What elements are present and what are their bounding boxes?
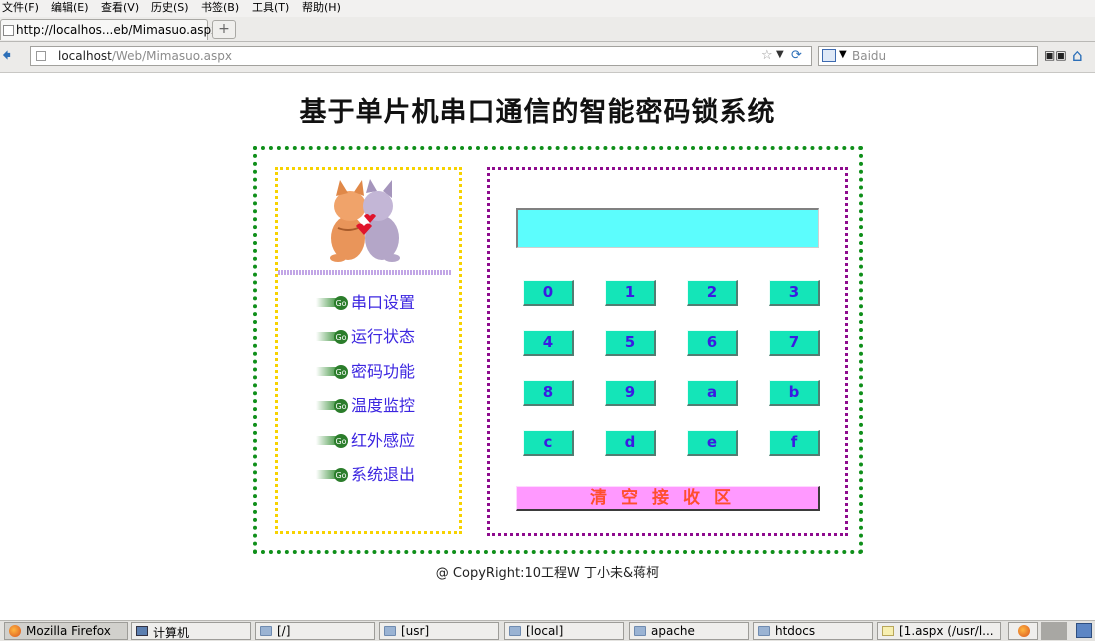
firefox-icon <box>9 625 21 637</box>
key-0[interactable]: 0 <box>523 280 574 306</box>
task-label: [1.aspx (/usr/l... <box>899 624 994 638</box>
key-f[interactable]: f <box>769 430 820 456</box>
page-icon <box>3 25 14 36</box>
go-arrow-icon: Go <box>316 296 348 310</box>
home-icon[interactable]: ⌂ <box>1072 46 1083 66</box>
browser-menubar: 文件(F) 编辑(E) 查看(V) 历史(S) 书签(B) 工具(T) 帮助(H… <box>0 0 1095 17</box>
reload-icon[interactable]: ⟳ <box>791 48 802 63</box>
tab-mimasuo[interactable]: http://localhos...eb/Mimasuo.aspx <box>0 19 218 40</box>
taskbar-item-apache[interactable]: apache <box>629 622 749 640</box>
menu-file[interactable]: 文件(F) <box>2 1 39 15</box>
task-label: [/] <box>277 624 291 638</box>
key-d[interactable]: d <box>605 430 656 456</box>
search-bar[interactable]: ▼ Baidu <box>818 46 1038 66</box>
menu-edit[interactable]: 编辑(E) <box>51 1 89 15</box>
key-2[interactable]: 2 <box>687 280 738 306</box>
task-label: htdocs <box>775 624 816 638</box>
back-arrow-icon[interactable]: 🠸 <box>2 47 20 65</box>
folder-icon <box>634 626 646 636</box>
clear-receive-button[interactable]: 清空接收区 <box>516 486 820 511</box>
key-b[interactable]: b <box>769 380 820 406</box>
taskbar-item-editor[interactable]: [1.aspx (/usr/l... <box>877 622 1001 640</box>
taskbar-firefox-launcher[interactable] <box>1008 622 1038 640</box>
url-text: localhost/Web/Mimasuo.aspx <box>58 49 232 63</box>
menu-bookmarks[interactable]: 书签(B) <box>201 1 239 15</box>
taskbar-item-computer[interactable]: 计算机 <box>131 622 251 640</box>
key-5[interactable]: 5 <box>605 330 656 356</box>
tab-title: http://localhos...eb/Mimasuo.aspx <box>16 23 219 37</box>
taskbar-item-usr[interactable]: [usr] <box>379 622 499 640</box>
taskbar-item-htdocs[interactable]: htdocs <box>753 622 873 640</box>
menu-item-label: 密码功能 <box>351 362 416 381</box>
taskbar: Mozilla Firefox 计算机 [/] [usr] [local] ap… <box>0 620 1095 641</box>
folder-icon <box>260 626 272 636</box>
go-arrow-icon: Go <box>316 330 348 344</box>
menu-item-label: 系统退出 <box>351 465 416 484</box>
go-arrow-icon: Go <box>316 365 348 379</box>
binoculars-icon[interactable]: ▣▣ <box>1044 48 1067 62</box>
menu-history[interactable]: 历史(S) <box>151 1 189 15</box>
svg-text:Go: Go <box>335 333 346 342</box>
url-path: /Web/Mimasuo.aspx <box>111 49 232 63</box>
search-input[interactable]: Baidu <box>852 49 886 63</box>
key-7[interactable]: 7 <box>769 330 820 356</box>
taskbar-item-root[interactable]: [/] <box>255 622 375 640</box>
site-identity-icon[interactable] <box>36 51 46 61</box>
svg-text:Go: Go <box>335 368 346 377</box>
search-engine-dropdown-icon[interactable]: ▼ <box>839 49 847 60</box>
folder-icon <box>758 626 770 636</box>
url-dropdown-icon[interactable]: ▼ <box>776 49 784 60</box>
key-c[interactable]: c <box>523 430 574 456</box>
go-arrow-icon: Go <box>316 468 348 482</box>
go-arrow-icon: Go <box>316 434 348 448</box>
new-tab-button[interactable]: + <box>212 20 236 39</box>
workspace-switcher[interactable] <box>1041 622 1067 640</box>
folder-icon <box>384 626 396 636</box>
folder-icon <box>509 626 521 636</box>
decorative-divider <box>278 270 451 275</box>
receive-display-field[interactable] <box>516 208 819 248</box>
menu-item-label: 运行状态 <box>351 327 416 346</box>
key-e[interactable]: e <box>687 430 738 456</box>
go-arrow-icon: Go <box>316 399 348 413</box>
star-icon[interactable]: ☆ <box>761 48 773 63</box>
menu-help[interactable]: 帮助(H) <box>302 1 341 15</box>
tab-bar: http://localhos...eb/Mimasuo.aspx + ⌄ <box>0 17 1095 51</box>
menu-item-label: 串口设置 <box>351 293 416 312</box>
svg-text:Go: Go <box>335 437 346 446</box>
key-9[interactable]: 9 <box>605 380 656 406</box>
kissing-cats-image <box>330 179 400 262</box>
search-engine-icon[interactable] <box>822 49 836 62</box>
page-title: 基于单片机串口通信的智能密码锁系统 <box>299 97 776 128</box>
copyright-text: @ CopyRight:10工程W 丁小未&蒋柯 <box>435 566 660 581</box>
task-label: apache <box>651 624 695 638</box>
task-label: 计算机 <box>153 626 190 640</box>
trash-icon[interactable] <box>1076 623 1092 638</box>
key-6[interactable]: 6 <box>687 330 738 356</box>
firefox-icon <box>1018 625 1030 637</box>
key-8[interactable]: 8 <box>523 380 574 406</box>
address-bar[interactable]: localhost/Web/Mimasuo.aspx ☆ ▼ ⟳ <box>30 46 812 66</box>
url-host: localhost <box>58 49 112 63</box>
task-label: [local] <box>526 624 564 638</box>
key-a[interactable]: a <box>687 380 738 406</box>
menu-item-label: 红外感应 <box>351 431 416 450</box>
navigation-bar: 🠸 localhost/Web/Mimasuo.aspx ☆ ▼ ⟳ ▼ Bai… <box>0 42 1095 73</box>
key-3[interactable]: 3 <box>769 280 820 306</box>
text-editor-icon <box>882 626 894 636</box>
svg-text:Go: Go <box>335 299 346 308</box>
key-1[interactable]: 1 <box>605 280 656 306</box>
menu-view[interactable]: 查看(V) <box>101 1 139 15</box>
taskbar-item-firefox[interactable]: Mozilla Firefox <box>4 622 128 640</box>
computer-icon <box>136 626 148 636</box>
svg-text:Go: Go <box>335 471 346 480</box>
key-4[interactable]: 4 <box>523 330 574 356</box>
menu-tools[interactable]: 工具(T) <box>252 1 289 15</box>
task-label: [usr] <box>401 624 430 638</box>
taskbar-item-local[interactable]: [local] <box>504 622 624 640</box>
menu-item-label: 温度监控 <box>351 396 416 415</box>
svg-text:Go: Go <box>335 402 346 411</box>
task-label: Mozilla Firefox <box>26 624 111 638</box>
